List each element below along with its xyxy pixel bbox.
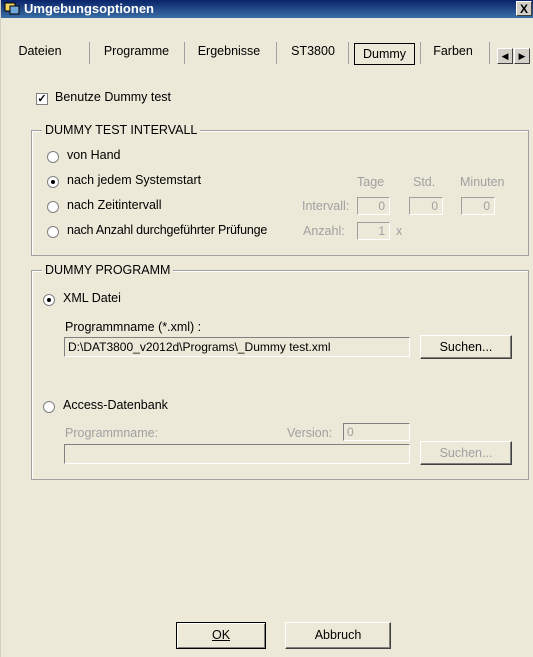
app-icon [4,2,20,15]
count-label: Anzahl: [303,224,345,238]
days-column-label: Tage [357,175,385,189]
radio-access-db-label: Access-Datenbank [63,398,168,412]
use-dummy-checkbox[interactable]: ✓ [36,93,48,105]
program-group-title: DUMMY PROGRAMM [42,263,174,277]
tab-scroll-right-button[interactable]: ▶ [514,48,530,64]
cancel-button[interactable]: Abbruch [285,622,391,649]
radio-manual-label: von Hand [67,148,121,162]
radio-time-interval-label: nach Zeitintervall [67,198,162,212]
radio-time-interval[interactable] [47,201,59,213]
interval-days-input[interactable]: 0 [357,197,390,215]
tab-strip: Dateien Programme Ergebnisse ST3800 Dumm… [1,38,533,68]
program-name-label: Programmname (*.xml) : [65,320,202,334]
tab-separator [184,42,185,64]
dummy-tab-panel: ✓ Benutze Dummy test DUMMY TEST INTERVAL… [1,68,533,657]
tab-dateien[interactable]: Dateien [3,38,77,66]
tab-separator [276,42,277,64]
radio-test-count[interactable] [47,226,59,238]
version-label: Version: [287,426,333,440]
search-button[interactable]: Suchen... [420,335,512,359]
hours-column-label: Std. [413,175,436,189]
radio-every-startup-label: nach jedem Systemstart [67,173,202,187]
tab-separator [89,42,90,64]
tab-farben[interactable]: Farben [424,38,482,66]
count-input[interactable]: 1 [357,222,390,240]
ok-button[interactable]: OK [176,622,266,649]
tab-st3800[interactable]: ST3800 [281,38,345,66]
tab-separator [420,42,421,64]
tab-dummy[interactable]: Dummy [354,43,415,65]
use-dummy-label: Benutze Dummy test [55,90,172,104]
radio-every-startup[interactable] [47,176,59,188]
interval-minutes-input[interactable]: 0 [461,197,495,215]
title-bar[interactable]: Umgebungsoptionen X [1,0,533,18]
interval-group-title: DUMMY TEST INTERVALL [42,123,201,137]
count-unit: x [396,224,403,238]
ok-button-label: OK [211,628,231,642]
access-program-name-label: Programmname: [65,426,159,440]
radio-test-count-label: nach Anzahl durchgeführter Prüfunge [67,223,268,237]
access-search-button[interactable]: Suchen... [420,441,512,465]
radio-xml-file[interactable] [43,294,55,306]
access-program-name-field[interactable] [64,444,410,464]
minutes-column-label: Minuten [460,175,505,189]
tab-separator [348,42,349,64]
radio-access-db[interactable] [43,401,55,413]
version-field[interactable]: 0 [343,423,410,441]
window-title: Umgebungsoptionen [24,1,154,16]
radio-xml-file-label: XML Datei [63,291,121,305]
tab-programme[interactable]: Programme [93,38,180,66]
tab-separator [489,42,490,64]
program-path-field[interactable]: D:\DAT3800_v2012d\Programs\_Dummy test.x… [64,337,410,357]
interval-hours-input[interactable]: 0 [409,197,443,215]
radio-manual[interactable] [47,151,59,163]
tab-scroll-left-button[interactable]: ◀ [497,48,513,64]
program-group: DUMMY PROGRAMM XML Datei Programmname (*… [31,263,529,480]
close-button[interactable]: X [516,1,532,16]
options-window: Umgebungsoptionen X Dateien Programme Er… [0,0,533,657]
interval-group: DUMMY TEST INTERVALL von Hand nach jedem… [31,123,529,256]
interval-label: Intervall: [302,199,350,213]
tab-ergebnisse[interactable]: Ergebnisse [188,38,270,66]
